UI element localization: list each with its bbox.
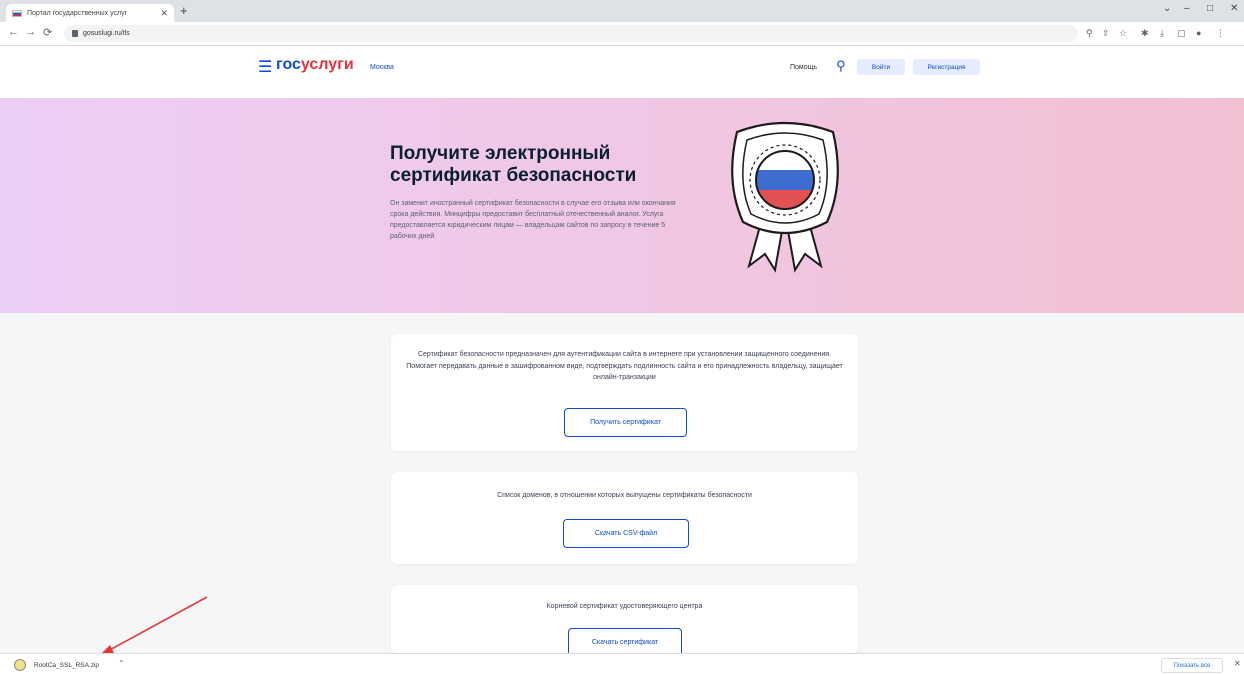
zip-file-icon xyxy=(14,659,26,671)
annotation-arrow-icon xyxy=(99,596,208,656)
show-all-downloads-button[interactable]: Показать все xyxy=(1161,658,1223,673)
chevron-up-icon[interactable]: ⌃ xyxy=(118,659,125,668)
downloaded-file-name[interactable]: RootCa_SSL_RSA.zip xyxy=(34,662,99,669)
download-shelf: RootCa_SSL_RSA.zip ⌃ Показать все ✕ xyxy=(0,653,1244,675)
shelf-close-icon[interactable]: ✕ xyxy=(1234,659,1241,668)
